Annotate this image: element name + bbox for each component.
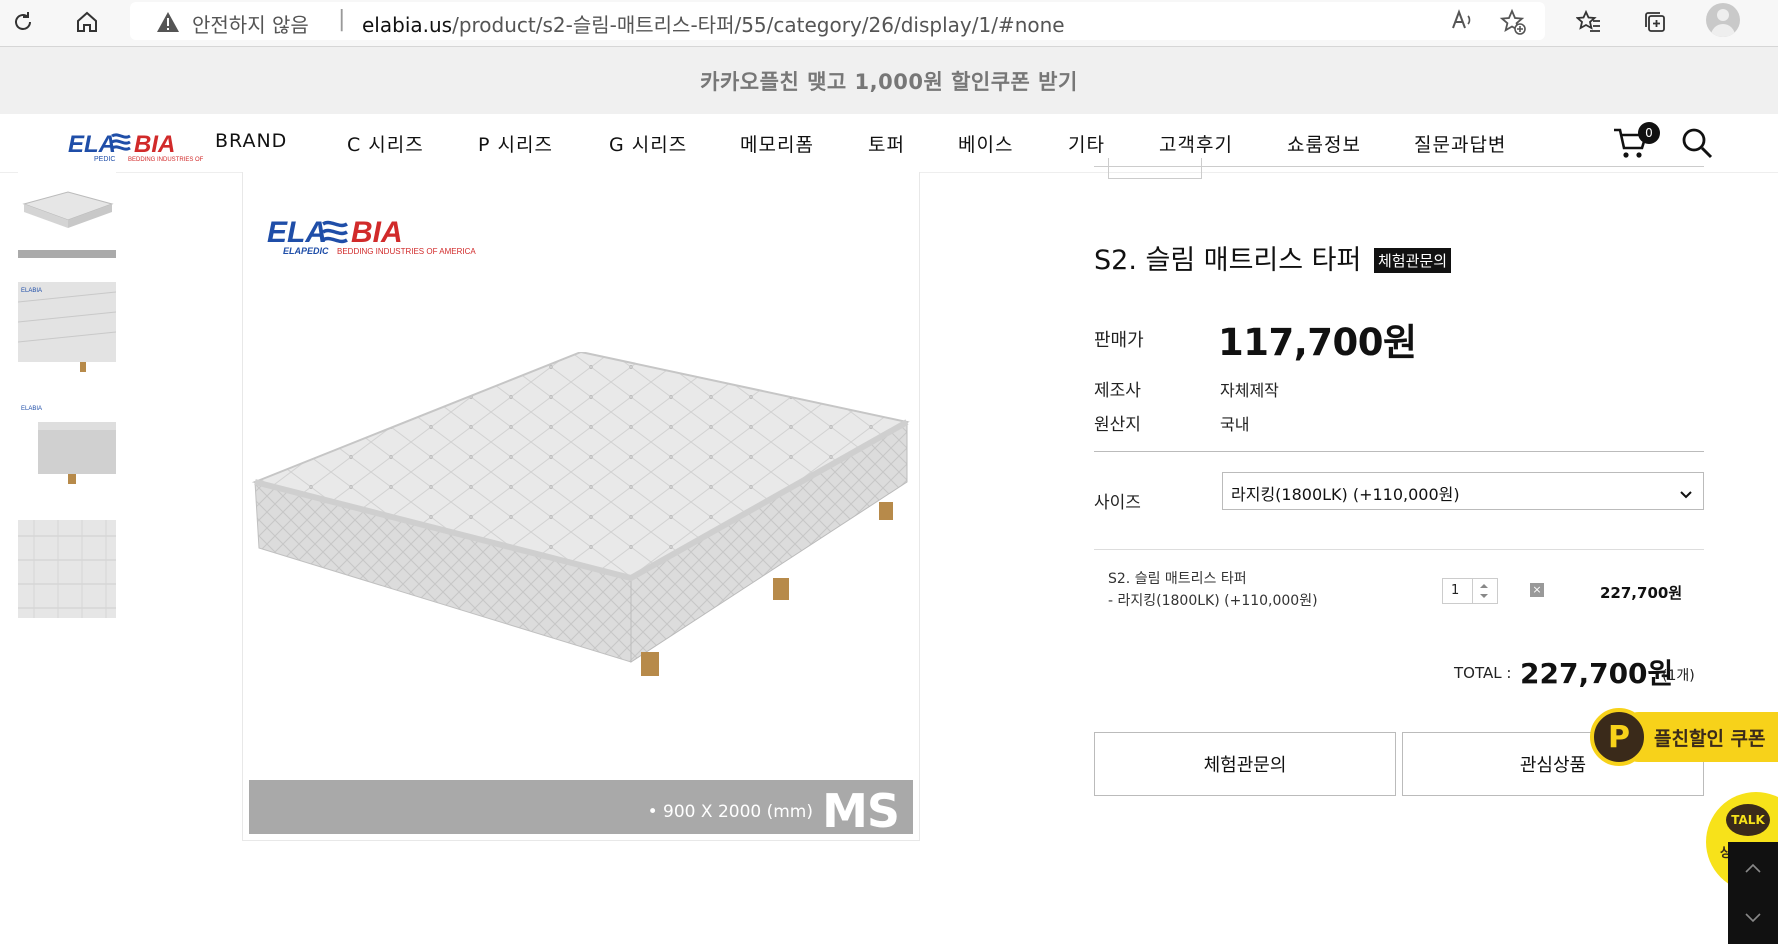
quantity-stepper[interactable]: 1 <box>1442 578 1498 604</box>
thumbnail-2[interactable]: ELABIA <box>18 282 116 380</box>
product-title: S2. 슬림 매트리스 타퍼 <box>1094 245 1362 276</box>
url-path: /product/s2-슬림-매트리스-타퍼/55/category/26/di… <box>452 13 1065 37</box>
selected-option: - 라지킹(1800LK) (+110,000원) <box>1108 593 1318 609</box>
browser-toolbar: 안전하지 않음 | elabia.us/product/s2-슬림-매트리스-타… <box>0 0 1778 47</box>
wishlist-button-label: 관심상품 <box>1519 755 1587 776</box>
total-price: 227,700원 <box>1520 657 1674 690</box>
price-label: 판매가 <box>1094 330 1144 351</box>
thumbnail-1[interactable] <box>18 172 116 262</box>
size-select[interactable]: 라지킹(1800LK) (+110,000원) <box>1222 472 1704 510</box>
svg-text:ELABIA: ELABIA <box>21 406 42 412</box>
url-host: elabia.us <box>362 13 453 37</box>
coupon-text: 플친할인 쿠폰 <box>1654 728 1766 750</box>
product-price: 117,700원 <box>1218 321 1417 364</box>
address-bar[interactable]: 안전하지 않음 | elabia.us/product/s2-슬림-매트리스-타… <box>130 2 1545 40</box>
nav-brand[interactable]: BRAND <box>215 130 287 152</box>
maker-value: 자체제작 <box>1220 381 1279 400</box>
main-product-image[interactable]: ELA BIA ELAPEDIC BEDDING INDUSTRIES OF A… <box>242 172 920 841</box>
size-label: 사이즈 <box>1094 493 1141 513</box>
nav-p-series[interactable]: P 시리즈 <box>478 130 553 157</box>
svg-text:ELAPEDIC: ELAPEDIC <box>283 246 329 256</box>
add-favorite-icon[interactable] <box>1499 8 1527 40</box>
size-selected-value: 라지킹(1800LK) (+110,000원) <box>1231 485 1460 504</box>
svg-text:BIA: BIA <box>351 216 403 249</box>
profile-avatar-icon[interactable] <box>1706 3 1740 37</box>
svg-text:ELA: ELA <box>68 131 116 158</box>
elabia-logo[interactable]: ELA BIA PEDIC BEDDING INDUSTRIES OF AMER… <box>68 128 232 163</box>
origin-value: 국내 <box>1220 415 1250 434</box>
favorites-icon[interactable] <box>1572 5 1606 39</box>
svg-text:ELABIA: ELABIA <box>21 288 42 294</box>
collections-icon[interactable] <box>1638 5 1672 39</box>
total-label: TOTAL : <box>1454 664 1512 682</box>
inquiry-button-label: 체험관문의 <box>1203 755 1287 776</box>
size-info-strip: • 900 X 2000 (mm) MS <box>249 780 913 838</box>
quantity-value: 1 <box>1451 583 1460 598</box>
divider <box>1094 451 1704 452</box>
nav-base[interactable]: 베이스 <box>958 130 1013 157</box>
promo-text: 카카오플친 맺고 1,000원 할인쿠폰 받기 <box>700 69 1078 94</box>
remove-option-icon[interactable]: × <box>1530 583 1544 597</box>
nav-qna[interactable]: 질문과답변 <box>1414 130 1506 157</box>
inquiry-button[interactable]: 체험관문의 <box>1094 732 1396 796</box>
home-icon[interactable] <box>70 5 104 39</box>
size-dimensions: • 900 X 2000 (mm) <box>647 802 813 822</box>
kakao-plus-icon: P <box>1590 708 1648 766</box>
scroll-up-button[interactable] <box>1728 842 1778 894</box>
size-code: MS <box>822 784 900 838</box>
kakao-promo-banner[interactable]: 카카오플친 맺고 1,000원 할인쿠폰 받기 <box>0 47 1778 114</box>
warning-icon <box>156 11 180 37</box>
cart-count-badge: 0 <box>1638 122 1660 144</box>
friend-coupon-widget[interactable]: P 플친할인 쿠폰 <box>1590 704 1778 788</box>
selected-product-name: S2. 슬림 매트리스 타퍼 <box>1108 571 1247 587</box>
origin-label: 원산지 <box>1094 415 1141 435</box>
maker-label: 제조사 <box>1094 381 1141 401</box>
svg-text:ELA: ELA <box>267 216 327 249</box>
chevron-down-icon <box>1745 913 1761 923</box>
increment-arrow-icon[interactable] <box>1480 584 1488 588</box>
talk-bubble-icon: TALK <box>1726 804 1770 836</box>
svg-text:PEDIC: PEDIC <box>94 156 115 162</box>
total-count: (1개) <box>1662 668 1695 684</box>
inquiry-badge: 체험관문의 <box>1374 248 1452 273</box>
read-aloud-icon[interactable] <box>1449 8 1475 38</box>
product-image-logo: ELA BIA ELAPEDIC BEDDING INDUSTRIES OF A… <box>267 214 507 262</box>
chevron-down-icon <box>1679 485 1693 504</box>
address-separator: | <box>338 7 346 32</box>
svg-text:BEDDING INDUSTRIES OF AMERICA: BEDDING INDUSTRIES OF AMERICA <box>337 247 476 256</box>
thumbnail-4[interactable] <box>18 520 116 618</box>
tab-remnant <box>1108 158 1202 179</box>
nav-etc[interactable]: 기타 <box>1068 130 1105 157</box>
main-navigation: ELA BIA PEDIC BEDDING INDUSTRIES OF AMER… <box>0 114 1778 173</box>
nav-reviews[interactable]: 고객후기 <box>1159 130 1233 157</box>
svg-text:BIA: BIA <box>134 131 175 158</box>
refresh-icon[interactable] <box>6 5 40 39</box>
url-text: elabia.us/product/s2-슬림-매트리스-타퍼/55/categ… <box>362 9 1065 38</box>
option-line-price: 227,700원 <box>1600 584 1683 602</box>
nav-c-series[interactable]: C 시리즈 <box>347 130 424 157</box>
mattress-illustration <box>251 352 910 676</box>
quantity-steps <box>1472 579 1497 603</box>
nav-topper[interactable]: 토퍼 <box>868 130 905 157</box>
nav-g-series[interactable]: G 시리즈 <box>609 130 687 157</box>
nav-showroom[interactable]: 쇼룸정보 <box>1287 130 1361 157</box>
search-icon[interactable] <box>1680 126 1714 164</box>
decrement-arrow-icon[interactable] <box>1480 594 1488 598</box>
chevron-up-icon <box>1745 863 1761 873</box>
divider <box>1094 549 1704 550</box>
nav-memory-foam[interactable]: 메모리폼 <box>740 130 814 157</box>
security-status: 안전하지 않음 <box>192 13 309 37</box>
svg-text:BEDDING INDUSTRIES OF AMERICA: BEDDING INDUSTRIES OF AMERICA <box>128 157 204 162</box>
thumbnail-3[interactable]: ELABIA <box>18 400 116 498</box>
scroll-down-button[interactable] <box>1728 892 1778 944</box>
